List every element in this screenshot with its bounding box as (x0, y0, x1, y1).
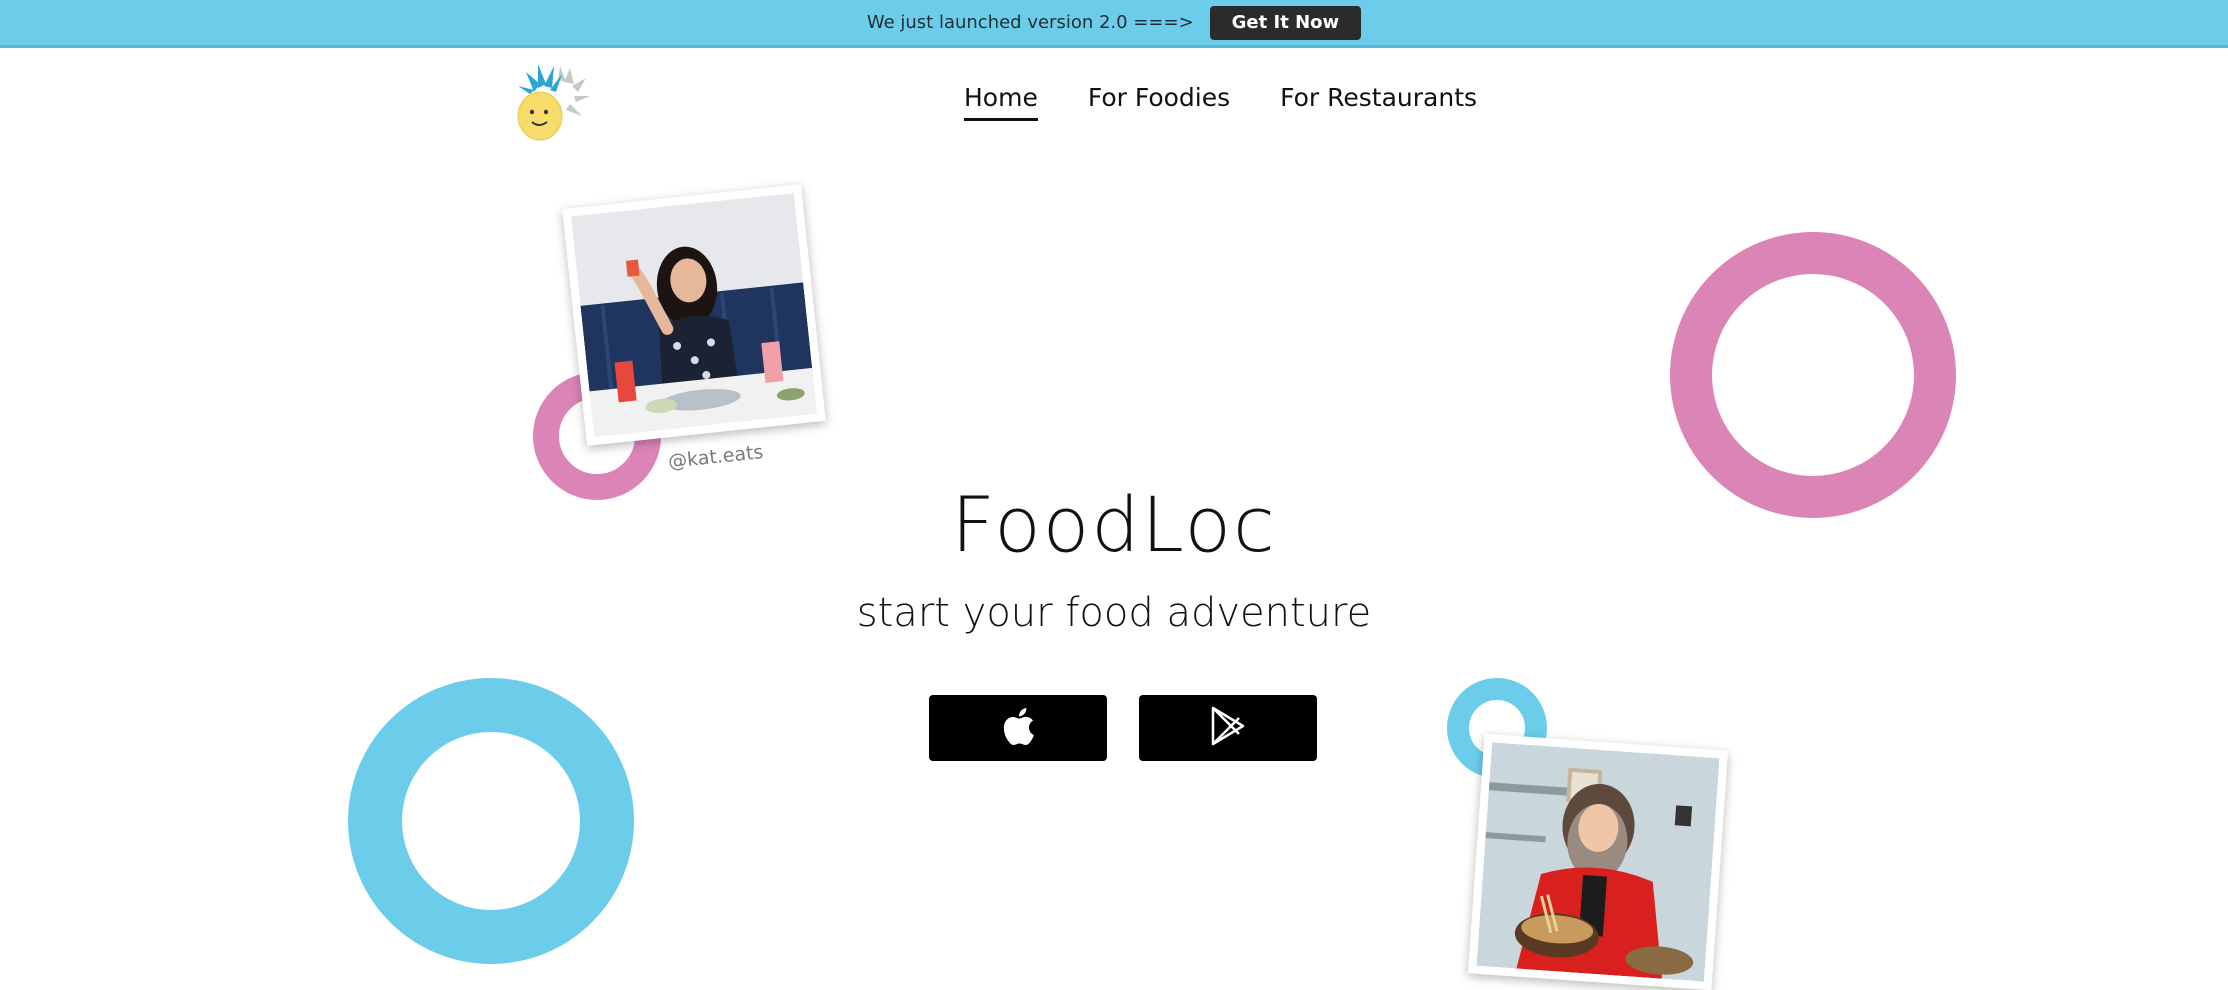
announcement-text: We just launched version 2.0 ===> (866, 12, 1194, 33)
foodie-photo-image (571, 192, 817, 438)
nav-item-for-foodies[interactable]: For Foodies (1088, 83, 1230, 118)
app-store-button[interactable] (929, 695, 1107, 761)
pink-ring-decoration (1670, 232, 1956, 518)
blue-ring-decoration (348, 678, 634, 964)
foodie-photo-noodles (1467, 733, 1729, 990)
google-play-button[interactable] (1139, 695, 1317, 761)
get-it-now-button[interactable]: Get It Now (1209, 5, 1362, 40)
main-nav: Home For Foodies For Restaurants (964, 83, 1477, 121)
foodie-photo-kat-eats (562, 184, 826, 446)
hero-title: FoodLoc (951, 480, 1277, 569)
pineapple-logo-icon[interactable] (512, 60, 594, 142)
nav-item-home[interactable]: Home (964, 83, 1038, 121)
announcement-bar: We just launched version 2.0 ===> Get It… (0, 0, 2228, 48)
apple-icon (1001, 706, 1035, 750)
foodie-photo-noodles-image (1476, 742, 1720, 982)
photo-caption: @kat.eats (667, 441, 765, 473)
hero-subtitle: start your food adventure (856, 590, 1372, 636)
nav-item-for-restaurants[interactable]: For Restaurants (1280, 83, 1477, 118)
google-play-icon (1209, 706, 1247, 750)
